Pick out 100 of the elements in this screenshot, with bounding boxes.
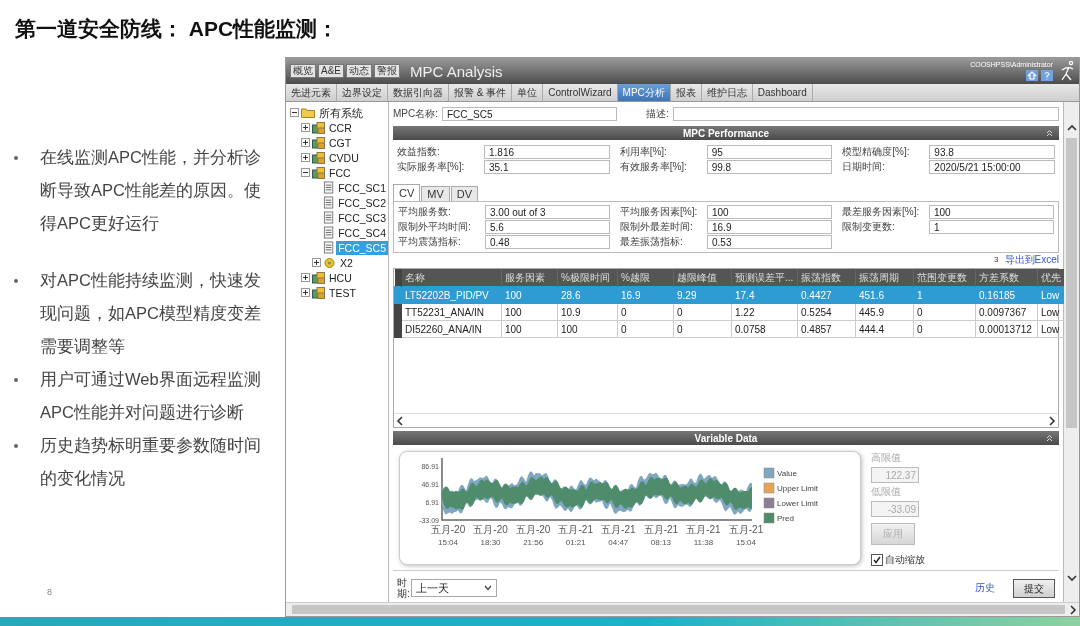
tab[interactable]: MV xyxy=(421,186,450,201)
nav-tab[interactable]: 维护日志 xyxy=(701,84,753,101)
field-label: MPC名称: xyxy=(393,107,438,121)
name-field[interactable]: FCC_SC5 xyxy=(442,107,617,121)
expand-icon[interactable] xyxy=(301,153,310,162)
expand-icon[interactable] xyxy=(301,138,310,147)
nav-tab[interactable]: 边界设定 xyxy=(337,84,388,101)
text-field[interactable]: 2020/5/21 15:00:00 xyxy=(929,160,1055,174)
bullet-icon xyxy=(14,378,18,382)
field-label: 平均震荡指标: xyxy=(398,235,462,249)
table-cell: 9.29 xyxy=(673,286,732,304)
scroll-thumb[interactable] xyxy=(1066,138,1077,428)
axis-tick-label: 15:04 xyxy=(736,538,756,547)
axis-tick-label: 15:04 xyxy=(438,538,458,547)
nav-tab[interactable]: 单位 xyxy=(512,84,544,101)
checkbox-label: 自动缩放 xyxy=(885,553,925,567)
axis-tick-label: 五月-20 xyxy=(430,524,466,535)
text-field[interactable]: 100 xyxy=(929,205,1054,219)
scroll-right-icon[interactable] xyxy=(1048,415,1056,426)
expand-icon[interactable] xyxy=(301,273,310,282)
table-row[interactable]: DI52260_ANA/IN 100 100 0 0 0.0758 0.4857 444.4 0 0.00013712 Low xyxy=(394,320,1068,338)
tree-item[interactable]: FCC xyxy=(327,165,353,180)
scroll-down-icon[interactable] xyxy=(1066,574,1077,582)
table-cell: 0.00013712 xyxy=(975,320,1038,338)
cubes-icon xyxy=(312,121,325,134)
text-field[interactable]: 5.6 xyxy=(485,220,610,234)
text-field[interactable]: 3.00 out of 3 xyxy=(485,205,610,219)
page-number: 8 xyxy=(47,587,53,597)
tree-item[interactable]: 所有系统 xyxy=(317,105,365,120)
scroll-thumb[interactable] xyxy=(292,605,1065,614)
table-row[interactable]: TT52231_ANA/IN 100 10.9 0 0 1.22 0.5254 445.9 0 0.0097367 Low xyxy=(394,303,1068,321)
collapse-icon[interactable] xyxy=(290,108,299,117)
section-title: Variable Data xyxy=(694,432,758,444)
scroll-up-icon[interactable] xyxy=(1066,124,1077,132)
field-label: 平均服务因素[%]: xyxy=(620,205,699,219)
expand-icon[interactable] xyxy=(301,288,310,297)
nav-tab[interactable]: 报表 xyxy=(670,84,702,101)
nav-button[interactable]: 概览 xyxy=(290,64,316,78)
tree-item[interactable]: TEST xyxy=(327,285,358,300)
scroll-left-icon[interactable] xyxy=(396,415,404,426)
folder-icon xyxy=(301,107,315,118)
tab[interactable]: DV xyxy=(450,186,479,201)
nav-tab[interactable]: 先进元素 xyxy=(286,84,337,101)
tree-item[interactable]: CCR xyxy=(327,120,354,135)
bullet-icon xyxy=(14,279,18,283)
period-select[interactable]: 上一天 xyxy=(411,579,497,597)
field-label: 有效服务率[%]: xyxy=(619,160,688,174)
table-cell: 100 xyxy=(501,303,558,321)
nav-tab[interactable]: 报警 & 事件 xyxy=(449,84,513,101)
table-cell: 445.9 xyxy=(855,303,914,321)
bullet-icon xyxy=(14,444,18,448)
axis-tick-label: 08:13 xyxy=(650,538,671,547)
tree-item[interactable]: FCC_SC4 xyxy=(336,225,388,240)
tree-item[interactable]: FCC_SC2 xyxy=(336,195,388,210)
nav-button[interactable]: 警报 xyxy=(374,64,400,78)
table-cell: TT52231_ANA/IN xyxy=(401,303,502,321)
tab[interactable]: CV xyxy=(393,184,421,201)
checkbox[interactable] xyxy=(871,554,883,566)
history-link[interactable]: 历史 xyxy=(975,581,995,595)
nav-tab[interactable]: ControlWizard xyxy=(543,84,618,101)
text-field[interactable]: 1 xyxy=(929,220,1054,234)
text-field[interactable]: 95 xyxy=(706,145,833,159)
axis-tick-label: 五月-21 xyxy=(643,524,679,535)
nav-button[interactable]: A&E xyxy=(318,64,344,78)
export-link[interactable]: 导出到Excel xyxy=(1004,252,1059,267)
text-field[interactable]: 0.48 xyxy=(485,235,610,249)
table-cell: 1.22 xyxy=(731,303,798,321)
text-field[interactable]: 16.9 xyxy=(707,220,832,234)
tree-item[interactable]: CVDU xyxy=(327,150,361,165)
axis-tick-label: 01:21 xyxy=(565,538,586,547)
nav-tab[interactable]: Dashboard xyxy=(752,84,813,101)
nav-tab[interactable]: 数据引向器 xyxy=(388,84,449,101)
description-field[interactable] xyxy=(673,107,1059,121)
text-field[interactable]: 93.8 xyxy=(929,145,1055,159)
expand-icon[interactable] xyxy=(312,258,321,267)
text-field[interactable]: 99.8 xyxy=(706,160,833,174)
text-field[interactable]: 35.1 xyxy=(484,160,610,174)
document-icon xyxy=(323,241,335,254)
tree-item[interactable]: X2 xyxy=(338,255,355,270)
tree-item[interactable]: CGT xyxy=(327,135,354,150)
tree-item[interactable]: HCU xyxy=(327,270,354,285)
nav-button[interactable]: 动态 xyxy=(346,64,372,78)
text-field[interactable]: 100 xyxy=(707,205,832,219)
table-cell: 0 xyxy=(617,303,674,321)
text-field[interactable]: 1.816 xyxy=(484,145,610,159)
bullet-text: 在线监测APC性能，并分析诊断导致APC性能差的原因。使得APC更好运行 xyxy=(40,147,262,234)
expand-icon[interactable] xyxy=(301,123,310,132)
table-cell: 0.16185 xyxy=(975,286,1038,304)
scroll-right-icon[interactable] xyxy=(1069,604,1077,615)
dropdown-icon xyxy=(484,585,492,591)
submit-button[interactable]: 提交 xyxy=(1013,578,1055,598)
legend-label: Pred xyxy=(777,514,794,523)
text-field[interactable]: 0.53 xyxy=(707,235,832,249)
axis-tick-label: 五月-21 xyxy=(728,524,764,535)
field-label: 效益指数: xyxy=(397,145,441,159)
home-icon[interactable] xyxy=(1026,70,1038,81)
tree-item[interactable]: FCC_SC3 xyxy=(336,210,388,225)
collapse-icon[interactable] xyxy=(301,168,310,177)
nav-tab[interactable]: MPC分析 xyxy=(617,84,671,101)
tree-item[interactable]: FCC_SC1 xyxy=(336,180,388,195)
